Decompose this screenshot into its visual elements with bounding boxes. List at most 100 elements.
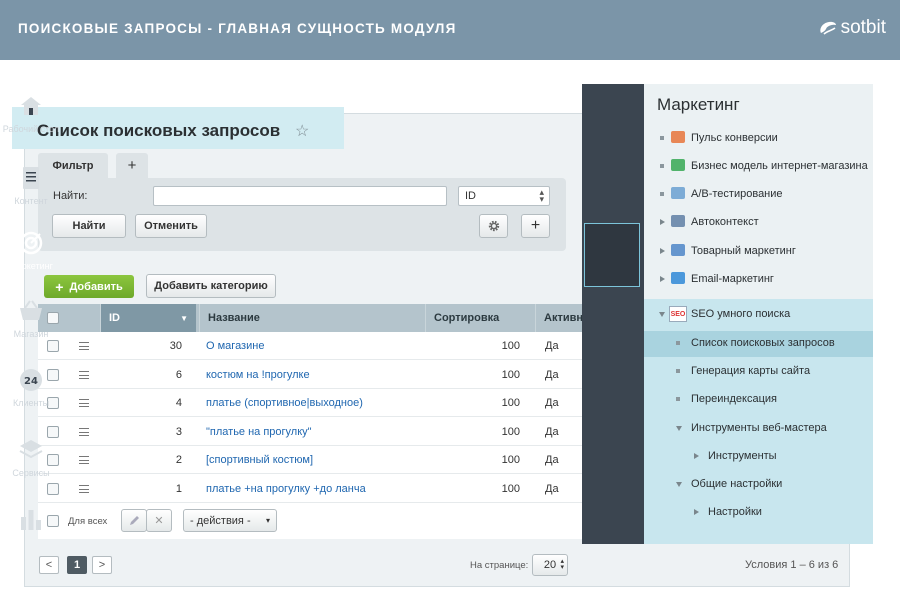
prev-page-button[interactable]: < (39, 556, 59, 574)
table-row[interactable]: 30 О магазине 100 Да (38, 332, 582, 360)
expand-arrow-icon[interactable] (694, 453, 699, 459)
add-button-label: Добавить (69, 280, 123, 293)
field-select[interactable]: ID ▴ ▾ (458, 186, 550, 206)
menu-item[interactable]: Общие настройки (691, 476, 782, 492)
column-name[interactable]: Название (199, 304, 420, 332)
cell-name[interactable]: платье (спортивное|выходное) (206, 389, 363, 417)
pencil-icon (129, 516, 139, 525)
sidebar-item-analytics[interactable] (0, 506, 62, 537)
table-row[interactable]: 3 "платье на прогулку" 100 Да (38, 418, 582, 446)
row-menu-icon[interactable] (79, 371, 89, 379)
delete-button[interactable]: ✕ (146, 509, 172, 532)
cell-id: 2 (175, 454, 182, 466)
cell-name[interactable]: "платье на прогулку" (206, 418, 312, 446)
per-page-select[interactable]: 20 ▴ ▾ (532, 554, 568, 576)
menu-item[interactable]: Генерация карты сайта (691, 363, 810, 379)
row-menu-icon[interactable] (79, 399, 89, 407)
sidebar-item-services[interactable]: Сервисы (0, 437, 62, 478)
row-checkbox[interactable] (47, 340, 59, 352)
expand-arrow-icon[interactable] (694, 509, 699, 515)
menu-item[interactable]: SEO умного поиска (691, 306, 790, 322)
table-row[interactable]: 1 платье +на прогулку +до ланча 100 Да (38, 475, 582, 503)
cell-name[interactable]: О магазине (206, 332, 264, 360)
row-menu-icon[interactable] (79, 485, 89, 493)
per-page-value: 20 (543, 559, 557, 571)
table-row[interactable]: 2 [спортивный костюм] 100 Да (38, 446, 582, 474)
menu-item-icon (671, 159, 685, 171)
edit-button[interactable] (121, 509, 147, 532)
row-checkbox[interactable] (47, 483, 59, 495)
header-banner: ПОИСКОВЫЕ ЗАПРОСЫ - ГЛАВНАЯ СУЩНОСТЬ МОД… (0, 0, 900, 60)
document-icon (18, 165, 44, 191)
menu-item[interactable]: Email-маркетинг (691, 271, 774, 287)
cell-sort: 100 (501, 426, 520, 438)
actions-select[interactable]: - действия - ▾ (183, 509, 277, 532)
cell-active: Да (545, 369, 559, 381)
select-arrows-icon: ▴ ▾ (560, 558, 564, 571)
column-sort[interactable]: Сортировка (425, 304, 531, 332)
cell-id: 30 (169, 340, 182, 352)
bar-chart-icon (18, 506, 44, 532)
add-category-button[interactable]: Добавить категорию (146, 274, 276, 298)
collapse-arrow-icon[interactable] (676, 426, 682, 431)
menu-item[interactable]: A/B-тестирование (691, 186, 783, 202)
cell-sort: 100 (501, 369, 520, 381)
expand-arrow-icon[interactable] (660, 248, 665, 254)
menu-item[interactable]: Переиндексация (691, 391, 777, 407)
menu-item[interactable]: Товарный маркетинг (691, 243, 796, 259)
menu-item[interactable]: Настройки (708, 504, 762, 520)
menu-item[interactable]: Инструменты (708, 448, 777, 464)
select-arrows-icon: ▴ ▾ (539, 187, 544, 204)
basket-icon (18, 298, 44, 324)
sidebar-item-label: Контент (14, 196, 48, 206)
cell-active: Да (545, 454, 559, 466)
cell-name[interactable]: [спортивный костюм] (206, 446, 313, 474)
row-menu-icon[interactable] (79, 342, 89, 350)
sidebar-item-content[interactable]: Контент (0, 165, 62, 206)
menu-item[interactable]: Пульс конверсии (691, 130, 778, 146)
menu-item[interactable]: Список поисковых запросов (691, 335, 835, 351)
next-page-button[interactable]: > (92, 556, 112, 574)
menu-item[interactable]: Бизнес модель интернет-магазина (691, 158, 868, 174)
menu-title: Маркетинг (657, 95, 740, 114)
sidebar-item-marketing[interactable]: Маркетинг (0, 230, 62, 271)
cell-sort: 100 (501, 340, 520, 352)
menu-item[interactable]: Инструменты веб-мастера (691, 420, 827, 436)
add-filter-tab[interactable]: + (116, 153, 148, 178)
sidebar-item-clients[interactable]: 24 Клиенты (0, 367, 62, 408)
bullet-icon (660, 192, 664, 196)
cell-sort: 100 (501, 483, 520, 495)
cell-id: 6 (175, 369, 182, 381)
collapse-arrow-icon[interactable] (659, 312, 665, 317)
settings-button[interactable] (479, 214, 508, 238)
cell-id: 3 (175, 426, 182, 438)
sidebar-item-desktop[interactable]: Рабочий стол (0, 93, 62, 134)
expand-arrow-icon[interactable] (660, 276, 665, 282)
row-menu-icon[interactable] (79, 428, 89, 436)
find-button[interactable]: Найти (52, 214, 126, 238)
column-id[interactable]: ID ▼ (100, 304, 196, 332)
search-input[interactable] (153, 186, 447, 206)
expand-arrow-icon[interactable] (660, 219, 665, 225)
add-button[interactable]: + Добавить (44, 275, 134, 298)
table-row[interactable]: 6 костюм на !прогулке 100 Да (38, 361, 582, 389)
sidebar-item-label: Рабочий стол (2, 124, 60, 134)
sidebar-item-shop[interactable]: Магазин (0, 298, 62, 339)
favorite-star-icon[interactable]: ☆ (295, 121, 309, 141)
collapse-arrow-icon[interactable] (676, 482, 682, 487)
column-active[interactable]: Активн (535, 304, 582, 332)
current-page[interactable]: 1 (67, 556, 87, 574)
row-menu-icon[interactable] (79, 456, 89, 464)
add-condition-button[interactable]: + (521, 214, 550, 238)
menu-item[interactable]: Автоконтекст (691, 214, 759, 230)
cell-sort: 100 (501, 454, 520, 466)
cell-name[interactable]: костюм на !прогулке (206, 361, 310, 389)
menu-item-icon (671, 244, 685, 256)
sidebar-active-marker (584, 223, 640, 287)
cancel-button[interactable]: Отменить (135, 214, 207, 238)
table-row[interactable]: 4 платье (спортивное|выходное) 100 Да (38, 389, 582, 417)
bullet-icon (660, 164, 664, 168)
cell-name[interactable]: платье +на прогулку +до ланча (206, 475, 366, 503)
cell-active: Да (545, 397, 559, 409)
per-page-label: На странице: (470, 560, 529, 571)
